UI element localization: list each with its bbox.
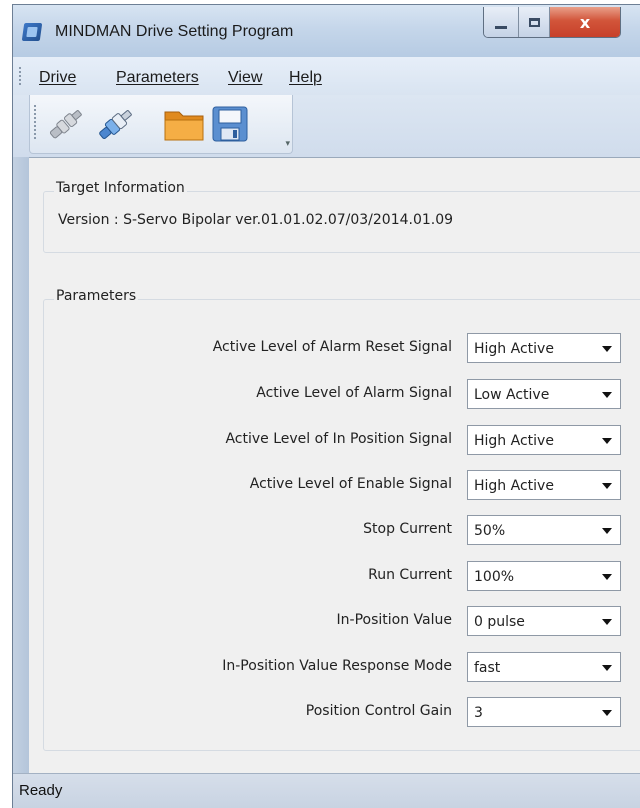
target-information-title: Target Information bbox=[54, 180, 187, 196]
maximize-button[interactable] bbox=[519, 7, 550, 37]
select-value: fast bbox=[474, 660, 501, 676]
param-label: Active Level of In Position Signal bbox=[225, 431, 452, 447]
open-folder-icon bbox=[164, 111, 204, 141]
close-icon: x bbox=[579, 12, 591, 32]
maximize-icon bbox=[528, 17, 540, 27]
dropdown-arrow-icon bbox=[602, 392, 612, 398]
disconnect-button[interactable] bbox=[44, 103, 88, 145]
dropdown-arrow-icon bbox=[602, 346, 612, 352]
select-value: High Active bbox=[474, 478, 554, 494]
menu-parameters[interactable]: Parameters bbox=[116, 69, 199, 87]
in-position-response-mode-select[interactable]: fast bbox=[467, 652, 621, 682]
toolbar: ▾ bbox=[29, 95, 293, 154]
toolbar-overflow-icon[interactable]: ▾ bbox=[285, 140, 290, 149]
connect-icon bbox=[99, 110, 132, 139]
select-value: 3 bbox=[474, 705, 483, 721]
in-position-level-select[interactable]: High Active bbox=[467, 425, 621, 455]
menu-help[interactable]: Help bbox=[289, 69, 322, 87]
param-label: In-Position Value bbox=[336, 612, 452, 628]
minimize-icon bbox=[495, 25, 507, 29]
app-window: MINDMAN Drive Setting Program x Drive Pa… bbox=[12, 4, 640, 808]
target-information-group: Target Information Version : S-Servo Bip… bbox=[43, 180, 640, 253]
toolbar-grip[interactable] bbox=[34, 105, 36, 141]
version-text: Version : S-Servo Bipolar ver.01.01.02.0… bbox=[58, 212, 454, 228]
app-icon bbox=[21, 23, 43, 41]
select-value: 50% bbox=[474, 523, 506, 539]
in-position-value-select[interactable]: 0 pulse bbox=[467, 606, 621, 636]
param-label: Active Level of Alarm Reset Signal bbox=[212, 339, 452, 355]
select-value: 100% bbox=[474, 569, 515, 585]
param-row-in-position-value: In-Position Value 0 pulse bbox=[44, 606, 640, 636]
select-value: High Active bbox=[474, 433, 554, 449]
save-button[interactable] bbox=[208, 103, 252, 145]
dropdown-arrow-icon bbox=[602, 710, 612, 716]
select-value: High Active bbox=[474, 341, 554, 357]
alarm-reset-level-select[interactable]: High Active bbox=[467, 333, 621, 363]
param-label: Stop Current bbox=[363, 521, 452, 537]
param-label: In-Position Value Response Mode bbox=[222, 658, 452, 674]
select-value: 0 pulse bbox=[474, 614, 525, 630]
dropdown-arrow-icon bbox=[602, 483, 612, 489]
param-row-enable-level: Active Level of Enable Signal High Activ… bbox=[44, 470, 640, 500]
parameters-group: Parameters Active Level of Alarm Reset S… bbox=[43, 288, 640, 751]
run-current-select[interactable]: 100% bbox=[467, 561, 621, 591]
stop-current-select[interactable]: 50% bbox=[467, 515, 621, 545]
param-label: Position Control Gain bbox=[305, 703, 452, 719]
param-row-run-current: Run Current 100% bbox=[44, 561, 640, 591]
dropdown-arrow-icon bbox=[602, 619, 612, 625]
title-bar[interactable]: MINDMAN Drive Setting Program x bbox=[13, 5, 640, 58]
dropdown-arrow-icon bbox=[602, 438, 612, 444]
param-row-alarm-level: Active Level of Alarm Signal Low Active bbox=[44, 379, 640, 409]
close-button[interactable]: x bbox=[550, 7, 620, 37]
parameters-title: Parameters bbox=[54, 288, 139, 304]
enable-level-select[interactable]: High Active bbox=[467, 470, 621, 500]
open-button[interactable] bbox=[162, 103, 206, 145]
minimize-button[interactable] bbox=[484, 7, 519, 37]
status-text: Ready bbox=[19, 782, 63, 799]
param-row-in-position-response-mode: In-Position Value Response Mode fast bbox=[44, 652, 640, 682]
select-value: Low Active bbox=[474, 387, 550, 403]
window-controls: x bbox=[483, 7, 621, 38]
dropdown-arrow-icon bbox=[602, 665, 612, 671]
dropdown-arrow-icon bbox=[602, 528, 612, 534]
param-row-alarm-reset-level: Active Level of Alarm Reset Signal High … bbox=[44, 333, 640, 363]
param-label: Active Level of Alarm Signal bbox=[256, 385, 452, 401]
save-icon bbox=[212, 106, 248, 142]
position-control-gain-select[interactable]: 3 bbox=[467, 697, 621, 727]
menu-grip bbox=[19, 67, 21, 87]
window-left-edge bbox=[13, 157, 29, 774]
param-row-in-position-level: Active Level of In Position Signal High … bbox=[44, 425, 640, 455]
param-label: Active Level of Enable Signal bbox=[249, 476, 452, 492]
menu-drive[interactable]: Drive bbox=[39, 69, 76, 87]
param-row-stop-current: Stop Current 50% bbox=[44, 515, 640, 545]
toolbar-area: ▾ bbox=[13, 95, 640, 158]
disconnect-icon bbox=[49, 110, 82, 139]
param-label: Run Current bbox=[368, 567, 452, 583]
param-row-position-control-gain: Position Control Gain 3 bbox=[44, 697, 640, 727]
status-bar: Ready bbox=[13, 773, 640, 808]
connect-button[interactable] bbox=[94, 103, 138, 145]
menu-view[interactable]: View bbox=[228, 69, 262, 87]
alarm-level-select[interactable]: Low Active bbox=[467, 379, 621, 409]
dropdown-arrow-icon bbox=[602, 574, 612, 580]
menu-bar: Drive Parameters View Help bbox=[13, 57, 640, 95]
main-content: Target Information Version : S-Servo Bip… bbox=[29, 157, 640, 774]
window-title: MINDMAN Drive Setting Program bbox=[55, 23, 294, 40]
